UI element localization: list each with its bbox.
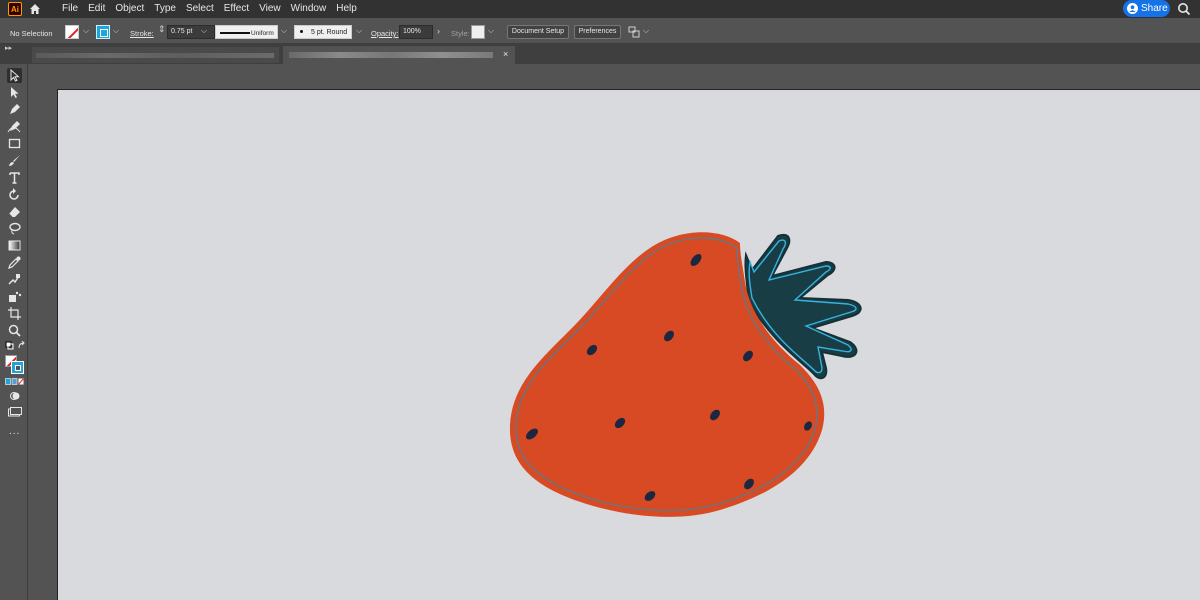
eraser-tool[interactable] bbox=[7, 204, 22, 219]
blurred-tab-title bbox=[36, 53, 274, 58]
collapse-panel-icon[interactable]: ▸▸ bbox=[5, 44, 12, 52]
illustrator-logo: Ai bbox=[8, 2, 22, 16]
selection-arrow-icon bbox=[10, 68, 20, 82]
gradient-tool[interactable] bbox=[7, 238, 22, 253]
paintbrush-tool[interactable] bbox=[7, 153, 22, 168]
stepper-icon[interactable]: ⇕ bbox=[158, 24, 166, 35]
chevron-down-icon[interactable]: ⌵ bbox=[488, 26, 494, 36]
paintbrush-icon bbox=[9, 155, 20, 166]
artboard[interactable] bbox=[57, 89, 1200, 600]
variable-width-profile[interactable]: Uniform bbox=[215, 25, 278, 39]
chevron-down-icon[interactable]: ⌵ bbox=[113, 26, 119, 36]
type-t-icon bbox=[9, 172, 20, 184]
blend-tool[interactable] bbox=[7, 272, 22, 287]
chevron-down-icon[interactable]: ⌵ bbox=[201, 26, 207, 36]
chevron-down-icon[interactable]: ⌵ bbox=[643, 26, 649, 36]
menu-type[interactable]: Type bbox=[149, 0, 181, 18]
zoom-tool[interactable] bbox=[7, 323, 22, 338]
chevron-down-icon[interactable]: ⌵ bbox=[281, 26, 287, 36]
menu-bar: Ai File Edit Object Type Select Effect V… bbox=[0, 0, 1200, 18]
artboard-tool[interactable] bbox=[7, 306, 22, 321]
brush-label: 5 pt. Round bbox=[311, 29, 348, 36]
color-mode-icons[interactable] bbox=[5, 378, 25, 386]
eyedropper-icon bbox=[8, 256, 21, 269]
tools-panel: ... bbox=[0, 64, 28, 600]
opacity-field[interactable]: 100% bbox=[399, 25, 433, 39]
lasso-tool[interactable] bbox=[7, 221, 22, 236]
arrange-documents-icon[interactable] bbox=[628, 26, 640, 38]
fill-color-swatch[interactable] bbox=[65, 25, 79, 39]
direct-selection-arrow-icon bbox=[11, 87, 19, 98]
active-document-tab[interactable] bbox=[283, 46, 515, 64]
menu-file[interactable]: File bbox=[57, 0, 83, 18]
eyedropper-tool[interactable] bbox=[7, 255, 22, 270]
menu-view[interactable]: View bbox=[254, 0, 286, 18]
selection-tool[interactable] bbox=[7, 68, 22, 83]
menu-help[interactable]: Help bbox=[331, 0, 362, 18]
menu-edit[interactable]: Edit bbox=[83, 0, 110, 18]
style-label: Style: bbox=[451, 29, 470, 38]
gradient-icon bbox=[8, 240, 21, 251]
style-swatch[interactable] bbox=[471, 25, 485, 39]
direct-selection-tool[interactable] bbox=[7, 85, 22, 100]
lasso-icon bbox=[9, 222, 21, 235]
selection-status: No Selection bbox=[10, 29, 53, 38]
symbol-sprayer-icon bbox=[9, 291, 22, 302]
edit-toolbar-icon[interactable]: ... bbox=[9, 426, 20, 437]
curvature-pen-icon bbox=[7, 121, 21, 133]
artboard-icon bbox=[8, 307, 21, 320]
document-setup-button[interactable]: Document Setup bbox=[507, 25, 569, 39]
pen-tool[interactable] bbox=[7, 102, 22, 117]
rectangle-icon bbox=[8, 138, 21, 149]
screen-mode-icon[interactable] bbox=[8, 407, 22, 417]
blend-icon bbox=[8, 274, 20, 285]
brush-dot-icon bbox=[300, 30, 303, 33]
curvature-tool[interactable] bbox=[7, 119, 22, 134]
document-tab[interactable] bbox=[32, 47, 279, 63]
zoom-magnifier-icon bbox=[8, 324, 21, 337]
rotate-tool[interactable] bbox=[7, 187, 22, 202]
menu-items: File Edit Object Type Select Effect View… bbox=[57, 0, 362, 18]
rotate-icon bbox=[9, 188, 19, 200]
menu-effect[interactable]: Effect bbox=[219, 0, 254, 18]
opacity-label[interactable]: Opacity: bbox=[371, 29, 399, 38]
chevron-down-icon[interactable]: ⌵ bbox=[83, 26, 89, 36]
brush-definition[interactable]: 5 pt. Round bbox=[294, 25, 352, 39]
stroke-color-indicator[interactable] bbox=[11, 361, 24, 374]
stroke-label[interactable]: Stroke: bbox=[130, 29, 154, 38]
share-label: Share bbox=[1141, 3, 1168, 14]
user-icon bbox=[1127, 3, 1138, 14]
stroke-line-preview bbox=[220, 32, 250, 34]
rectangle-tool[interactable] bbox=[7, 136, 22, 151]
menu-object[interactable]: Object bbox=[110, 0, 149, 18]
menu-select[interactable]: Select bbox=[181, 0, 219, 18]
home-icon[interactable] bbox=[29, 3, 41, 15]
type-tool[interactable] bbox=[7, 170, 22, 185]
close-tab-icon[interactable]: × bbox=[503, 49, 508, 59]
drawing-mode-icon[interactable] bbox=[9, 391, 21, 401]
symbol-sprayer-tool[interactable] bbox=[7, 289, 22, 304]
share-button[interactable]: Share bbox=[1123, 0, 1170, 17]
stroke-color-swatch[interactable] bbox=[96, 25, 110, 39]
chevron-down-icon[interactable]: ⌵ bbox=[356, 26, 362, 36]
eraser-icon bbox=[8, 207, 20, 218]
profile-label: Uniform bbox=[251, 30, 274, 37]
preferences-button[interactable]: Preferences bbox=[574, 25, 621, 39]
menu-window[interactable]: Window bbox=[286, 0, 332, 18]
search-icon[interactable] bbox=[1177, 2, 1191, 16]
pen-icon bbox=[10, 104, 20, 114]
stroke-weight-field[interactable]: 0.75 pt bbox=[167, 25, 215, 39]
chevron-right-icon[interactable]: › bbox=[437, 26, 440, 36]
blurred-tab-title bbox=[289, 52, 493, 58]
default-fill-stroke-icon[interactable] bbox=[5, 341, 27, 351]
